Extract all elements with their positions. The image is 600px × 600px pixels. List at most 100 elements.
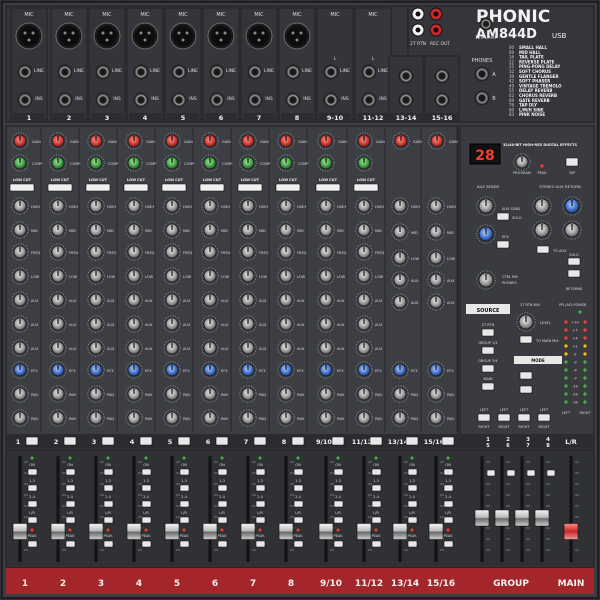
mic-xlr-input[interactable] xyxy=(169,22,197,50)
group-assign-button[interactable] xyxy=(517,413,531,422)
channel-select-button[interactable] xyxy=(405,436,419,446)
mode-button-2[interactable] xyxy=(519,385,533,394)
insert-jack[interactable] xyxy=(95,92,111,108)
group-24-button[interactable] xyxy=(103,500,114,508)
lr-button[interactable] xyxy=(407,516,418,524)
channel-select-button[interactable] xyxy=(139,436,153,446)
low-cut-button[interactable] xyxy=(85,183,111,192)
solo-button[interactable] xyxy=(371,540,382,548)
phones-jack-a[interactable] xyxy=(474,66,490,82)
group-24-button[interactable] xyxy=(293,500,304,508)
low-cut-button[interactable] xyxy=(47,183,73,192)
group-13-button[interactable] xyxy=(179,484,190,492)
line-input-jack[interactable] xyxy=(57,64,73,80)
group-24-button[interactable] xyxy=(255,500,266,508)
group-24-button[interactable] xyxy=(141,500,152,508)
line-input-jack[interactable] xyxy=(361,64,377,80)
solo-button-1[interactable] xyxy=(496,212,510,221)
line-input-jack[interactable] xyxy=(171,64,187,80)
lr-button[interactable] xyxy=(217,516,228,524)
solo-button[interactable] xyxy=(255,540,266,548)
group-24-button[interactable] xyxy=(179,500,190,508)
rca-jack[interactable] xyxy=(429,23,443,37)
solo-button[interactable] xyxy=(141,540,152,548)
on-button[interactable] xyxy=(255,468,266,476)
group-13-button[interactable] xyxy=(103,484,114,492)
mic-xlr-input[interactable] xyxy=(55,22,83,50)
group-lr-button[interactable] xyxy=(506,469,516,477)
group-24-button[interactable] xyxy=(371,500,382,508)
group-24-button[interactable] xyxy=(407,500,418,508)
right-input-jack[interactable] xyxy=(434,92,450,108)
line-input-jack[interactable] xyxy=(398,68,414,84)
returns-button[interactable] xyxy=(567,269,581,278)
channel-select-button[interactable] xyxy=(331,436,345,446)
rca-jack[interactable] xyxy=(411,7,425,21)
on-button[interactable] xyxy=(103,468,114,476)
group-24-button[interactable] xyxy=(27,500,38,508)
group-13-button[interactable] xyxy=(141,484,152,492)
on-button[interactable] xyxy=(293,468,304,476)
solo-button[interactable] xyxy=(179,540,190,548)
right-input-jack[interactable] xyxy=(398,92,414,108)
group-24-button[interactable] xyxy=(65,500,76,508)
insert-jack[interactable] xyxy=(209,92,225,108)
insert-jack[interactable] xyxy=(133,92,149,108)
insert-jack[interactable] xyxy=(171,92,187,108)
mic-xlr-input[interactable] xyxy=(245,22,273,50)
low-cut-button[interactable] xyxy=(123,183,149,192)
channel-select-button[interactable] xyxy=(369,436,383,446)
line-input-jack[interactable] xyxy=(17,64,33,80)
mic-xlr-input[interactable] xyxy=(207,22,235,50)
lr-button[interactable] xyxy=(333,516,344,524)
lr-button[interactable] xyxy=(179,516,190,524)
on-button[interactable] xyxy=(407,468,418,476)
solo-button[interactable] xyxy=(407,540,418,548)
mic-xlr-input[interactable] xyxy=(131,22,159,50)
group-13-button[interactable] xyxy=(333,484,344,492)
lr-button[interactable] xyxy=(293,516,304,524)
channel-select-button[interactable] xyxy=(177,436,191,446)
group-24-button[interactable] xyxy=(217,500,228,508)
on-button[interactable] xyxy=(443,468,454,476)
line-input-jack[interactable] xyxy=(133,64,149,80)
low-cut-button[interactable] xyxy=(353,183,379,192)
group-13-button[interactable] xyxy=(371,484,382,492)
low-cut-button[interactable] xyxy=(315,183,341,192)
on-button[interactable] xyxy=(27,468,38,476)
solo-button[interactable] xyxy=(217,540,228,548)
line-input-jack[interactable] xyxy=(323,64,339,80)
on-button[interactable] xyxy=(179,468,190,476)
solo-button-2[interactable] xyxy=(496,240,510,249)
solo-button[interactable] xyxy=(27,540,38,548)
right-input-jack[interactable] xyxy=(361,92,377,108)
channel-select-button[interactable] xyxy=(253,436,267,446)
right-input-jack[interactable] xyxy=(323,92,339,108)
rca-jack[interactable] xyxy=(411,23,425,37)
lr-button[interactable] xyxy=(27,516,38,524)
low-cut-button[interactable] xyxy=(237,183,263,192)
channel-select-button[interactable] xyxy=(63,436,77,446)
group-lr-button[interactable] xyxy=(526,469,536,477)
solo-button[interactable] xyxy=(333,540,344,548)
lamp-socket[interactable] xyxy=(479,17,493,31)
group-13-button[interactable] xyxy=(443,484,454,492)
group-assign-button[interactable] xyxy=(497,413,511,422)
line-input-jack[interactable] xyxy=(434,68,450,84)
phones-jack-b[interactable] xyxy=(474,90,490,106)
source-button[interactable] xyxy=(481,328,495,337)
low-cut-button[interactable] xyxy=(275,183,301,192)
group-13-button[interactable] xyxy=(217,484,228,492)
group-assign-button[interactable] xyxy=(477,413,491,422)
on-button[interactable] xyxy=(65,468,76,476)
source-button[interactable] xyxy=(481,382,495,391)
insert-jack[interactable] xyxy=(247,92,263,108)
group-24-button[interactable] xyxy=(443,500,454,508)
line-input-jack[interactable] xyxy=(247,64,263,80)
solo-button[interactable] xyxy=(443,540,454,548)
to-aux-button[interactable] xyxy=(536,245,550,254)
channel-select-button[interactable] xyxy=(291,436,305,446)
mic-xlr-input[interactable] xyxy=(93,22,121,50)
lr-button[interactable] xyxy=(103,516,114,524)
group-13-button[interactable] xyxy=(293,484,304,492)
